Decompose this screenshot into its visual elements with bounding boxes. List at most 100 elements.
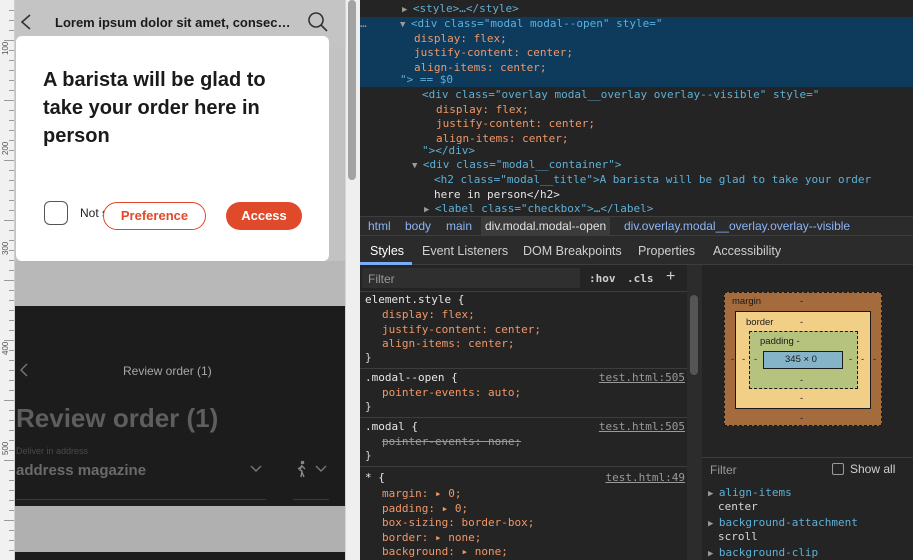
modal-dialog: A barista will be glad to take your orde… <box>16 36 329 261</box>
dom-node[interactable]: <h2 class="modal__title">A barista will … <box>434 173 913 188</box>
rule-property[interactable]: align-items: center; <box>382 337 514 352</box>
rule-close: } <box>365 351 372 364</box>
dom-attr-line: "> == $0 <box>400 73 453 86</box>
styles-filter-input[interactable] <box>362 268 580 288</box>
padding-left-value[interactable]: - <box>754 354 757 365</box>
breadcrumb-overlay[interactable]: div.overlay.modal__overlay.overlay--visi… <box>624 219 850 233</box>
address-underline <box>16 499 266 500</box>
content-size[interactable]: 345 × 0 <box>785 354 817 365</box>
rule-property[interactable]: display: flex; <box>382 308 475 323</box>
tab-event-listeners[interactable]: Event Listeners <box>422 244 508 258</box>
rule-property[interactable]: border: ▸ none; <box>382 531 481 546</box>
styles-scrollbar-thumb[interactable] <box>690 295 698 375</box>
computed-filter-input[interactable]: Filter <box>710 463 737 477</box>
address-select[interactable]: address magazine <box>16 462 146 479</box>
rule-property[interactable]: pointer-events: auto; <box>382 386 521 401</box>
margin-top-value[interactable]: - <box>800 296 803 307</box>
dom-node[interactable]: <div class="overlay modal__overlay overl… <box>422 88 913 103</box>
deliver-label: Deliver in address <box>16 446 89 456</box>
margin-right-value[interactable]: - <box>873 354 876 365</box>
review-title: Review order (1) <box>16 403 219 433</box>
show-all-checkbox[interactable] <box>832 463 844 475</box>
cls-toggle[interactable]: .cls <box>627 272 654 285</box>
margin-bottom-value[interactable]: - <box>800 413 803 424</box>
computed-property[interactable]: ▶ background-attachment <box>708 516 858 531</box>
computed-value: scroll <box>718 530 758 543</box>
dom-breadcrumb: html body main div.modal.modal--open div… <box>360 216 913 236</box>
computed-property[interactable]: ▶ background-clip <box>708 546 818 560</box>
dom-node-selected[interactable]: … ▼ <div class="modal modal--open" style… <box>360 17 913 32</box>
rule-source-link[interactable]: test.html:49 <box>606 471 685 484</box>
tab-accessibility[interactable]: Accessibility <box>713 244 781 258</box>
ruler-label: 400 <box>1 341 10 355</box>
tab-dom-breakpoints[interactable]: DOM Breakpoints <box>523 244 622 258</box>
rule-property[interactable]: justify-content: center; <box>382 323 541 338</box>
rule-property-overridden[interactable]: pointer-events: none; <box>382 435 521 450</box>
page-scrollbar-thumb[interactable] <box>348 0 356 180</box>
rule-selector: element.style { <box>365 293 465 306</box>
dom-node[interactable]: ▶ <label class="checkbox">…</label> <box>424 202 913 216</box>
tab-styles[interactable]: Styles <box>370 244 404 258</box>
styles-filter-placeholder: Filter <box>368 272 395 286</box>
margin-left-value[interactable]: - <box>731 354 734 365</box>
rule-property[interactable]: padding: ▸ 0; <box>382 502 468 517</box>
margin-label: margin <box>732 296 762 307</box>
show-all-label: Show all <box>850 462 896 476</box>
chevron-down-icon[interactable] <box>314 464 328 474</box>
page-viewport: Lorem ipsum dolor sit amet, consec… Revi… <box>15 0 345 560</box>
padding-bottom-value[interactable]: - <box>800 375 803 386</box>
preference-button[interactable]: Preference <box>103 202 206 230</box>
rule-close: } <box>365 449 372 462</box>
rule-property[interactable]: margin: ▸ 0; <box>382 487 461 502</box>
border-bottom-value[interactable]: - <box>800 393 803 404</box>
rule-property[interactable]: box-sizing: border-box; <box>382 516 534 531</box>
dom-node-text: here in person</h2> <box>434 187 560 201</box>
ruler-label: 200 <box>1 141 10 155</box>
rule-selector: * { <box>365 471 385 484</box>
breadcrumb-modal[interactable]: div.modal.modal--open <box>481 217 611 235</box>
border-right-value[interactable]: - <box>861 354 864 365</box>
back-arrow-icon[interactable] <box>19 12 33 32</box>
breadcrumb-body[interactable]: body <box>405 219 431 233</box>
computed-pane: margin - border - padding - 345 × 0 - - … <box>702 265 913 560</box>
styles-pane: Filter :hov .cls + element.style { displ… <box>360 265 702 560</box>
ruler-label: 300 <box>1 241 10 255</box>
rule-property[interactable]: background: ▸ none; <box>382 545 508 560</box>
review-header: Review order (1) <box>123 364 212 378</box>
rule-source-link[interactable]: test.html:505 <box>599 371 685 384</box>
modal-title: A barista will be glad to take your orde… <box>43 69 266 147</box>
review-back-icon[interactable] <box>19 362 29 378</box>
devtools-tabs: Styles Event Listeners DOM Breakpoints P… <box>360 236 913 265</box>
rule-selector: .modal { <box>365 420 418 433</box>
computed-value: center <box>718 500 758 513</box>
page-footer <box>15 552 345 560</box>
dom-attr-line: "></div> <box>422 144 475 157</box>
dom-node[interactable]: ▶ <style>…</style> <box>402 2 913 17</box>
rule-close: } <box>365 400 372 413</box>
computed-property[interactable]: ▶ align-items <box>708 486 792 501</box>
padding-right-value[interactable]: - <box>849 354 852 365</box>
search-icon[interactable] <box>307 11 329 33</box>
walking-person-icon[interactable] <box>296 460 308 478</box>
ruler-label: 500 <box>1 441 10 455</box>
mode-underline <box>293 499 329 500</box>
border-label: border <box>746 317 774 328</box>
dom-tree: ▶ <style>…</style> … ▼ <div class="modal… <box>360 0 913 216</box>
page-overlay-band <box>15 261 345 306</box>
dom-attr-line: display: flex; <box>436 102 529 116</box>
dom-attr-line: display: flex; <box>414 31 507 45</box>
border-left-value[interactable]: - <box>742 354 745 365</box>
breadcrumb-html[interactable]: html <box>368 219 391 233</box>
tab-properties[interactable]: Properties <box>638 244 695 258</box>
padding-label: padding - <box>760 336 800 347</box>
access-button[interactable]: Access <box>226 202 302 230</box>
hov-toggle[interactable]: :hov <box>589 272 616 285</box>
breadcrumb-main[interactable]: main <box>446 219 472 233</box>
border-top-value[interactable]: - <box>800 317 803 328</box>
not-show-again-checkbox[interactable] <box>44 201 68 225</box>
dom-attr-line: justify-content: center; <box>436 117 595 131</box>
plus-icon[interactable]: + <box>666 268 675 286</box>
rule-source-link[interactable]: test.html:505 <box>599 420 685 433</box>
chevron-down-icon[interactable] <box>249 464 263 474</box>
dom-node[interactable]: ▼ <div class="modal__container"> <box>412 158 913 173</box>
